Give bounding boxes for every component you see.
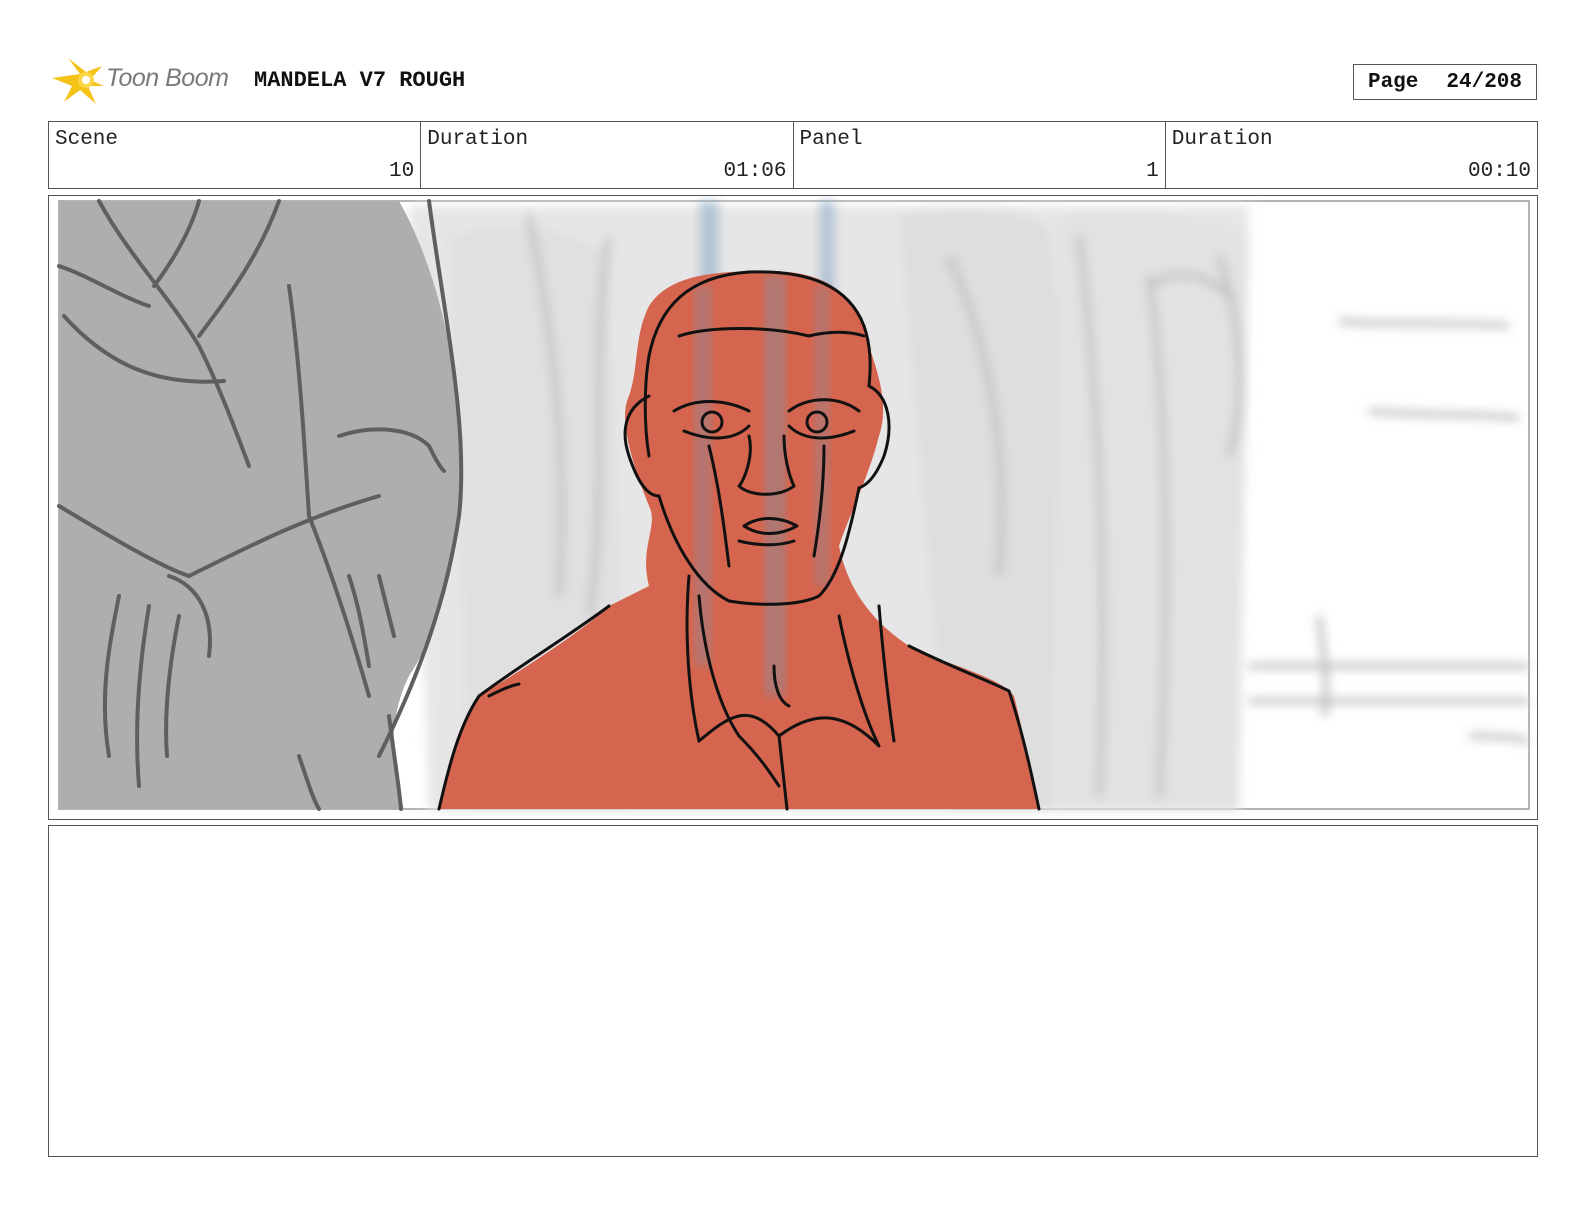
panel-info-bar: Scene 10 Duration 01:06 Panel 1 Duration…	[48, 121, 1538, 189]
project-title: MANDELA V7 ROUGH	[254, 68, 466, 93]
panel-value: 1	[1146, 160, 1159, 183]
scene-duration-label: Duration	[427, 128, 529, 151]
panel-duration-label: Duration	[1171, 128, 1273, 151]
panel-cell: Panel 1	[794, 122, 1166, 188]
toon-boom-logo: Toon Boom	[50, 56, 240, 108]
scene-value: 10	[389, 160, 415, 183]
panel-duration-value: 00:10	[1467, 160, 1531, 183]
storyboard-panel-image	[48, 195, 1538, 820]
scene-cell: Scene 10	[49, 122, 422, 188]
page-indicator: Page 24/208	[1353, 64, 1537, 100]
page-number: 24/208	[1446, 70, 1523, 94]
logo-text: Toon Boom	[106, 64, 229, 92]
panel-notes-area	[48, 825, 1538, 1157]
scene-duration-cell: Duration 01:06	[421, 122, 794, 188]
panel-duration-cell: Duration 00:10	[1166, 122, 1537, 188]
storyboard-sketch	[49, 196, 1537, 819]
page-label: Page	[1367, 70, 1419, 94]
toon-boom-star-icon	[52, 58, 104, 104]
scene-duration-value: 01:06	[723, 160, 787, 183]
panel-label: Panel	[799, 128, 863, 151]
scene-label: Scene	[55, 128, 119, 151]
